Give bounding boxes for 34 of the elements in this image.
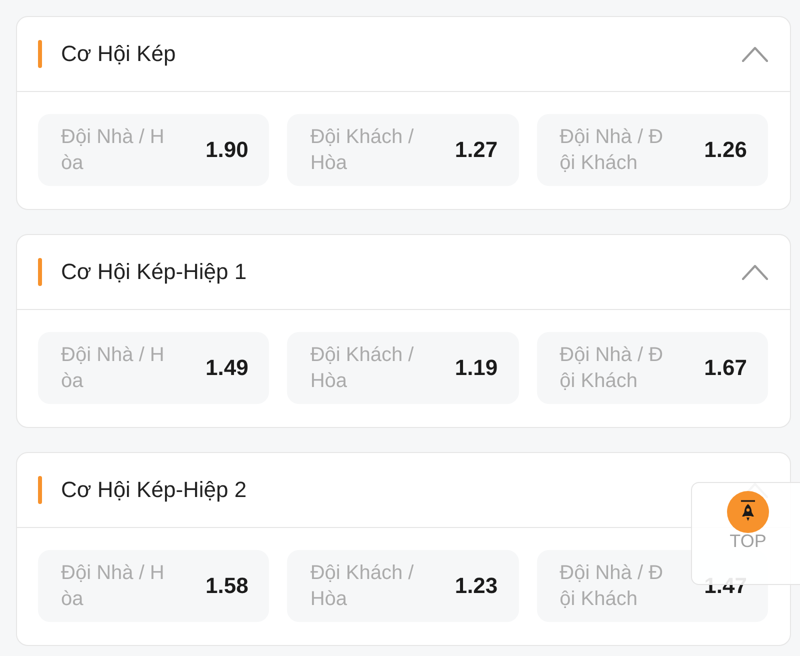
selection-label: Đội Nhà / Đội Khách — [560, 561, 664, 612]
accent-bar — [38, 476, 42, 504]
selection-label: Đội Nhà / Hòa — [61, 561, 166, 612]
odds-button[interactable]: Đội Khách / Hòa 1.23 — [287, 550, 519, 622]
odds-value: 1.49 — [206, 355, 248, 381]
section-title: Cơ Hội Kép — [61, 41, 176, 67]
selection-label: Đội Khách / Hòa — [310, 343, 415, 394]
chevron-up-icon[interactable] — [742, 46, 768, 62]
odds-button[interactable]: Đội Nhà / Hòa 1.90 — [38, 114, 270, 186]
selection-label: Đội Nhà / Hòa — [61, 343, 166, 394]
selection-label: Đội Nhà / Hòa — [61, 125, 166, 176]
odds-button[interactable]: Đội Khách / Hòa 1.19 — [287, 332, 519, 404]
odds-button[interactable]: Đội Nhà / Hòa 1.58 — [38, 550, 270, 622]
rocket-icon — [727, 491, 769, 533]
selection-label: Đội Khách / Hòa — [310, 125, 415, 176]
selection-label: Đội Nhà / Đội Khách — [560, 125, 664, 176]
chevron-up-icon[interactable] — [742, 264, 768, 280]
section-title: Cơ Hội Kép-Hiệp 1 — [61, 259, 247, 285]
odds-button[interactable]: Đội Nhà / Đội Khách 1.26 — [536, 114, 768, 186]
odds-value: 1.26 — [704, 137, 747, 163]
accent-bar — [38, 258, 42, 286]
odds-value: 1.58 — [206, 573, 248, 599]
selection-label: Đội Khách / Hòa — [310, 561, 415, 612]
odds-value: 1.27 — [454, 137, 498, 163]
odds-value: 1.19 — [454, 355, 498, 381]
odds-value: 1.67 — [704, 355, 747, 381]
odds-button[interactable]: Đội Nhà / Đội Khách 1.67 — [536, 332, 768, 404]
odds-button[interactable]: Đội Nhà / Hòa 1.49 — [38, 332, 270, 404]
odds-button[interactable]: Đội Khách / Hòa 1.27 — [287, 114, 519, 186]
odds-value: 1.90 — [206, 137, 248, 163]
selection-label: Đội Nhà / Đội Khách — [560, 343, 664, 394]
odds-value: 1.23 — [454, 573, 498, 599]
section-title: Cơ Hội Kép-Hiệp 2 — [61, 477, 247, 503]
accent-bar — [38, 40, 42, 68]
